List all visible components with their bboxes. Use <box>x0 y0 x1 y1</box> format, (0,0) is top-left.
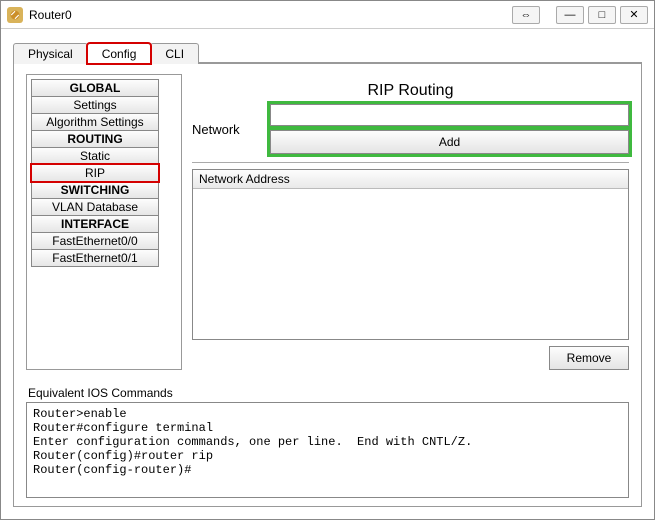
network-address-list: Network Address <box>192 169 629 340</box>
sidebar-header-interface: INTERFACE <box>31 215 159 233</box>
sidebar-item-settings[interactable]: Settings <box>31 96 159 114</box>
sidebar-item-vlan-database[interactable]: VLAN Database <box>31 198 159 216</box>
router-icon <box>7 7 23 23</box>
sidebar-item-rip[interactable]: RIP <box>31 164 159 182</box>
sidebar-header-routing: ROUTING <box>31 130 159 148</box>
router-config-window: Router0 ⇔ — □ ✕ Physical Config CLI GLOB… <box>0 0 655 520</box>
maximize-button[interactable]: □ <box>588 6 616 24</box>
window-title: Router0 <box>29 8 72 22</box>
sidebar-item-fe00[interactable]: FastEthernet0/0 <box>31 232 159 250</box>
ios-commands-label: Equivalent IOS Commands <box>28 386 629 400</box>
network-input-row: Network Add <box>192 104 629 154</box>
tabstrip: Physical Config CLI <box>13 39 642 63</box>
add-button[interactable]: Add <box>270 130 629 154</box>
tab-physical[interactable]: Physical <box>13 43 88 64</box>
separator <box>192 162 629 163</box>
rip-content: RIP Routing Network Add Network Address <box>192 74 629 370</box>
config-panel: GLOBAL Settings Algorithm Settings ROUTI… <box>13 63 642 507</box>
close-button[interactable]: ✕ <box>620 6 648 24</box>
sidebar-header-global: GLOBAL <box>31 79 159 97</box>
network-input[interactable] <box>270 104 629 126</box>
network-label: Network <box>192 122 262 137</box>
titlebar: Router0 ⇔ — □ ✕ <box>1 1 654 29</box>
sidebar-item-fe01[interactable]: FastEthernet0/1 <box>31 249 159 267</box>
config-sidebar: GLOBAL Settings Algorithm Settings ROUTI… <box>26 74 182 370</box>
network-list-header: Network Address <box>193 170 628 189</box>
minimize-button[interactable]: — <box>556 6 584 24</box>
help-button[interactable]: ⇔ <box>512 6 540 24</box>
sidebar-item-static[interactable]: Static <box>31 147 159 165</box>
rip-title: RIP Routing <box>192 82 629 100</box>
tab-cli[interactable]: CLI <box>150 43 199 64</box>
network-list-body[interactable] <box>193 189 628 339</box>
remove-button[interactable]: Remove <box>549 346 629 370</box>
sidebar-item-algorithm-settings[interactable]: Algorithm Settings <box>31 113 159 131</box>
ios-commands-output[interactable]: Router>enable Router#configure terminal … <box>26 402 629 498</box>
client-area: Physical Config CLI GLOBAL Settings Algo… <box>1 29 654 519</box>
titlebar-left: Router0 <box>7 7 72 23</box>
tab-config[interactable]: Config <box>87 43 152 64</box>
sidebar-header-switching: SWITCHING <box>31 181 159 199</box>
titlebar-controls: ⇔ — □ ✕ <box>512 6 648 24</box>
